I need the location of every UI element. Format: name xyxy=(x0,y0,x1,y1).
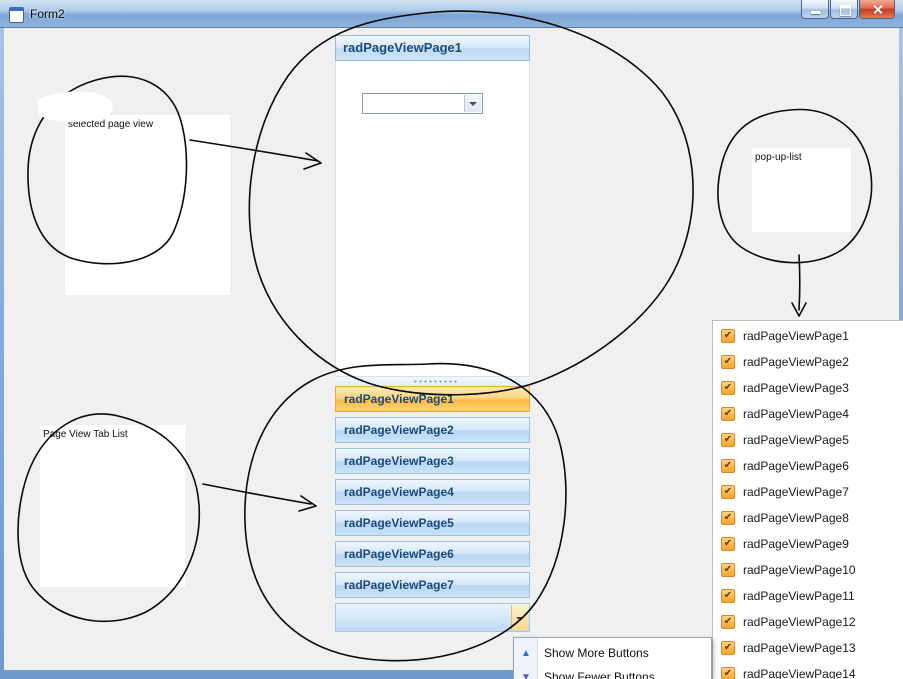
checklist-item-label: radPageViewPage6 xyxy=(743,459,849,473)
checklist-item-label: radPageViewPage3 xyxy=(743,381,849,395)
checklist-item-label: radPageViewPage5 xyxy=(743,433,849,447)
pageview-tab-label: radPageViewPage6 xyxy=(344,547,454,561)
checklist-item[interactable]: ✔ radPageViewPage13 xyxy=(713,635,903,661)
pageview-splitter-grip[interactable] xyxy=(335,377,530,386)
minimize-icon xyxy=(811,11,820,14)
form-icon xyxy=(9,7,24,23)
checklist-item[interactable]: ✔ radPageViewPage11 xyxy=(713,583,903,609)
menu-item-label: Show Fewer Buttons xyxy=(544,670,655,679)
pageview-tab-item[interactable]: radPageViewPage2 xyxy=(335,417,530,443)
menu-item[interactable]: ▼ Show Fewer Buttons xyxy=(514,665,711,679)
pageview-tab-list: radPageViewPage1 radPageViewPage2 radPag… xyxy=(335,386,530,598)
checklist-item[interactable]: ✔ radPageViewPage12 xyxy=(713,609,903,635)
checklist-item-label: radPageViewPage7 xyxy=(743,485,849,499)
pageview-tab-label: radPageViewPage4 xyxy=(344,485,454,499)
close-button[interactable] xyxy=(859,0,895,19)
checkbox-checked-icon[interactable]: ✔ xyxy=(721,485,735,499)
checklist-item[interactable]: ✔ radPageViewPage9 xyxy=(713,531,903,557)
combobox-dropdown-button[interactable] xyxy=(464,95,481,112)
pageview-tab-item[interactable]: radPageViewPage6 xyxy=(335,541,530,567)
checklist-item-label: radPageViewPage12 xyxy=(743,615,856,629)
note-box-page-view-tab-list: Page View Tab List xyxy=(40,425,185,587)
pageview-tab-item[interactable]: radPageViewPage4 xyxy=(335,479,530,505)
pageview-tab-item[interactable]: radPageViewPage5 xyxy=(335,510,530,536)
checklist-item-label: radPageViewPage9 xyxy=(743,537,849,551)
pageview-selected-tab[interactable]: radPageViewPage1 xyxy=(335,35,530,61)
menu-item-label: Show More Buttons xyxy=(544,646,649,660)
note-label: pop-up-list xyxy=(755,152,802,163)
note-box-pop-up-list: pop-up-list xyxy=(752,148,851,232)
checklist-item-label: radPageViewPage1 xyxy=(743,329,849,343)
checklist-item[interactable]: ✔ radPageViewPage3 xyxy=(713,375,903,401)
checkbox-checked-icon[interactable]: ✔ xyxy=(721,667,735,679)
checkbox-checked-icon[interactable]: ✔ xyxy=(721,381,735,395)
checkbox-checked-icon[interactable]: ✔ xyxy=(721,563,735,577)
pageview-bottom-strip xyxy=(335,603,530,632)
checklist-item-label: radPageViewPage2 xyxy=(743,355,849,369)
form-window: Form2 radPageViewPage1 radPageViewPage1 … xyxy=(0,0,903,679)
checklist-item[interactable]: ✔ radPageViewPage8 xyxy=(713,505,903,531)
checkbox-checked-icon[interactable]: ✔ xyxy=(721,459,735,473)
checklist-item[interactable]: ✔ radPageViewPage10 xyxy=(713,557,903,583)
note-box-selected-page-view: selected page view xyxy=(65,115,230,295)
checklist-item[interactable]: ✔ radPageViewPage7 xyxy=(713,479,903,505)
checkbox-checked-icon[interactable]: ✔ xyxy=(721,433,735,447)
pageview-tab-item[interactable]: radPageViewPage1 xyxy=(335,386,530,412)
combobox[interactable] xyxy=(362,93,483,114)
checklist-item-label: radPageViewPage14 xyxy=(743,667,856,679)
window-controls xyxy=(800,0,895,19)
popup-page-checklist: ✔ radPageViewPage1 ✔ radPageViewPage2 ✔ … xyxy=(712,320,903,679)
maximize-icon xyxy=(840,5,851,16)
checklist-item-label: radPageViewPage10 xyxy=(743,563,856,577)
minimize-button[interactable] xyxy=(801,0,829,19)
chevron-down-icon xyxy=(516,617,524,621)
checkbox-checked-icon[interactable]: ✔ xyxy=(721,615,735,629)
checklist-item[interactable]: ✔ radPageViewPage2 xyxy=(713,349,903,375)
checkbox-checked-icon[interactable]: ✔ xyxy=(721,589,735,603)
checklist-item[interactable]: ✔ radPageViewPage5 xyxy=(713,427,903,453)
close-icon xyxy=(872,4,883,15)
checkbox-checked-icon[interactable]: ✔ xyxy=(721,329,735,343)
checklist-item-label: radPageViewPage4 xyxy=(743,407,849,421)
note-label: selected page view xyxy=(68,119,154,130)
overflow-dropdown-button[interactable] xyxy=(511,605,528,630)
maximize-button[interactable] xyxy=(830,0,858,19)
pageview-tab-label: radPageViewPage7 xyxy=(344,578,454,592)
arrow-icon: ▲ xyxy=(521,647,531,659)
checkbox-checked-icon[interactable]: ✔ xyxy=(721,641,735,655)
checklist-item-label: radPageViewPage13 xyxy=(743,641,856,655)
chevron-down-icon xyxy=(469,102,477,106)
checklist-item-label: radPageViewPage8 xyxy=(743,511,849,525)
checkbox-checked-icon[interactable]: ✔ xyxy=(721,511,735,525)
pageview-tab-label: radPageViewPage1 xyxy=(344,392,454,406)
checklist-item[interactable]: ✔ radPageViewPage4 xyxy=(713,401,903,427)
checkbox-checked-icon[interactable]: ✔ xyxy=(721,537,735,551)
pageview-tab-label: radPageViewPage5 xyxy=(344,516,454,530)
pageview-tab-item[interactable]: radPageViewPage7 xyxy=(335,572,530,598)
pageview-tab-label: radPageViewPage2 xyxy=(344,423,454,437)
title-bar[interactable]: Form2 xyxy=(0,0,903,28)
note-label: Page View Tab List xyxy=(43,429,128,440)
window-title: Form2 xyxy=(30,7,65,21)
checkbox-checked-icon[interactable]: ✔ xyxy=(721,407,735,421)
checklist-item[interactable]: ✔ radPageViewPage14 xyxy=(713,661,903,679)
menu-item[interactable]: ▲ Show More Buttons xyxy=(514,641,711,665)
pageview-tab-item[interactable]: radPageViewPage3 xyxy=(335,448,530,474)
pageview-tab-label: radPageViewPage3 xyxy=(344,454,454,468)
checklist-item[interactable]: ✔ radPageViewPage1 xyxy=(713,323,903,349)
checklist-item[interactable]: ✔ radPageViewPage6 xyxy=(713,453,903,479)
overflow-context-menu: ▲ Show More Buttons ▼ Show Fewer Buttons xyxy=(513,637,712,679)
checklist-item-label: radPageViewPage11 xyxy=(743,589,855,603)
checkbox-checked-icon[interactable]: ✔ xyxy=(721,355,735,369)
arrow-icon: ▼ xyxy=(521,671,531,679)
